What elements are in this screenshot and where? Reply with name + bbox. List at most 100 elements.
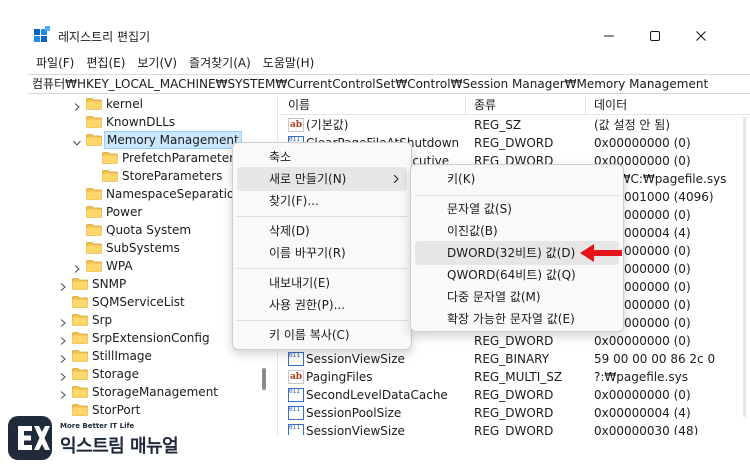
chevron-down-icon[interactable] bbox=[72, 135, 82, 146]
tree-item-label: WPA bbox=[106, 259, 133, 273]
value-type: REG_BINARY bbox=[474, 352, 550, 366]
submenu-key[interactable]: 키(K) bbox=[415, 167, 619, 191]
ctx-export[interactable]: 내보내기(E) bbox=[237, 271, 407, 295]
folder-icon bbox=[72, 386, 88, 398]
folder-icon bbox=[72, 278, 88, 290]
folder-icon bbox=[86, 116, 102, 128]
value-type: REG_DWORD bbox=[474, 136, 554, 150]
ctx-rename[interactable]: 이름 바꾸기(R) bbox=[237, 241, 407, 265]
tree-item-label: KnownDLLs bbox=[106, 115, 176, 129]
tree-item-label: Power bbox=[106, 205, 143, 219]
watermark-tagline: More Better IT Life bbox=[60, 422, 135, 430]
tree-item[interactable]: Storage bbox=[28, 365, 277, 383]
ctx-separator bbox=[237, 320, 407, 321]
address-bar[interactable]: 컴퓨터₩HKEY_LOCAL_MACHINE₩SYSTEM₩CurrentCon… bbox=[28, 74, 750, 94]
value-row[interactable]: 011 110SecondLevelDataCache REG_DWORD 0x00… bbox=[280, 386, 750, 404]
maximize-button[interactable] bbox=[632, 22, 678, 50]
folder-icon bbox=[72, 296, 88, 308]
submenu-multi-string-value[interactable]: 다중 문자열 값(M) bbox=[415, 285, 619, 309]
registry-editor-window: 레지스트리 편집기 파일(F) 편집(E) 보기(V) 즐겨찾기(A) 도움말(… bbox=[0, 0, 750, 470]
value-type: REG_DWORD bbox=[474, 388, 554, 402]
tree-item-label: Storage bbox=[92, 367, 139, 381]
folder-icon bbox=[102, 152, 118, 164]
registry-editor-icon bbox=[34, 26, 50, 45]
chevron-right-icon[interactable] bbox=[58, 333, 68, 345]
value-row[interactable]: 011 110SessionViewSize REG_DWORD 0x0000003… bbox=[280, 422, 750, 435]
ctx-find[interactable]: 찾기(F)... bbox=[237, 189, 407, 213]
window-title: 레지스트리 편집기 bbox=[58, 30, 151, 44]
ctx-new[interactable]: 새로 만들기(N) bbox=[237, 167, 407, 191]
dword-value-icon: 011 110 bbox=[288, 388, 304, 402]
tree-item-label: SQMServiceList bbox=[92, 295, 185, 309]
ctx-delete[interactable]: 삭제(D) bbox=[237, 219, 407, 243]
menu-file[interactable]: 파일(F) bbox=[30, 52, 80, 74]
chevron-right-icon[interactable] bbox=[72, 99, 82, 111]
ctx-separator bbox=[237, 216, 407, 217]
minimize-button[interactable] bbox=[586, 22, 632, 50]
chevron-right-icon[interactable] bbox=[72, 261, 82, 273]
submenu-separator bbox=[415, 195, 619, 196]
folder-icon bbox=[86, 206, 102, 218]
tree-scrollbar-thumb[interactable] bbox=[262, 368, 266, 390]
ctx-permissions[interactable]: 사용 권한(P)... bbox=[237, 293, 407, 317]
watermark-logo-icon bbox=[8, 416, 52, 460]
chevron-right-icon[interactable] bbox=[58, 369, 68, 381]
menu-view[interactable]: 보기(V) bbox=[131, 52, 183, 74]
tree-item-label: SNMP bbox=[92, 277, 127, 291]
tree-item[interactable]: StorageManagement bbox=[28, 383, 277, 401]
chevron-right-icon[interactable] bbox=[58, 315, 68, 327]
tree-item-label: kernel bbox=[106, 97, 143, 111]
column-header-name[interactable]: 이름 bbox=[280, 95, 466, 115]
column-header-type[interactable]: 종류 bbox=[466, 95, 586, 115]
tree-item[interactable]: KnownDLLs bbox=[28, 113, 277, 131]
value-type: REG_DWORD bbox=[474, 406, 554, 420]
value-name: SessionViewSize bbox=[306, 424, 405, 435]
value-row[interactable]: 011 110SessionViewSize REG_BINARY 59 00 00… bbox=[280, 350, 750, 368]
value-name: SessionViewSize bbox=[306, 352, 405, 366]
value-name: SessionPoolSize bbox=[306, 406, 402, 420]
folder-icon bbox=[86, 188, 102, 200]
minimize-icon bbox=[604, 35, 614, 37]
menu-favorites[interactable]: 즐겨찾기(A) bbox=[183, 52, 257, 74]
close-icon bbox=[696, 31, 706, 41]
value-row[interactable]: ab PagingFiles REG_MULTI_SZ ?:₩pagefile.sys bbox=[280, 368, 750, 386]
tree-item-label: Srp bbox=[92, 313, 113, 327]
menu-help[interactable]: 도움말(H) bbox=[257, 52, 321, 74]
value-type: REG_SZ bbox=[474, 118, 522, 132]
value-row[interactable]: 011 110SessionPoolSize REG_DWORD 0x0000000… bbox=[280, 404, 750, 422]
chevron-right-icon[interactable] bbox=[58, 279, 68, 291]
folder-icon bbox=[86, 224, 102, 236]
value-data: ?:₩pagefile.sys bbox=[594, 370, 688, 384]
chevron-right-icon[interactable] bbox=[58, 351, 68, 363]
column-header-data[interactable]: 데이터 bbox=[586, 95, 750, 115]
menu-edit[interactable]: 편집(E) bbox=[80, 52, 131, 74]
tree-item-label: Quota System bbox=[106, 223, 192, 237]
ctx-collapse[interactable]: 축소 bbox=[237, 145, 407, 169]
submenu-qword-value[interactable]: QWORD(64비트) 값(Q) bbox=[415, 263, 619, 287]
ctx-new-label: 새로 만들기(N) bbox=[269, 172, 347, 186]
dword-value-icon: 011 110 bbox=[288, 424, 304, 435]
red-arrow-annotation-icon bbox=[580, 244, 622, 262]
address-path: 컴퓨터₩HKEY_LOCAL_MACHINE₩SYSTEM₩CurrentCon… bbox=[32, 77, 709, 91]
submenu-arrow-icon bbox=[393, 175, 399, 183]
chevron-right-icon[interactable] bbox=[58, 387, 68, 399]
tree-item[interactable]: kernel bbox=[28, 95, 277, 113]
value-row[interactable]: ab (기본값) REG_SZ (값 설정 안 됨) bbox=[280, 116, 750, 134]
ctx-copy-key-name[interactable]: 키 이름 복사(C) bbox=[237, 323, 407, 347]
submenu-expandable-string-value[interactable]: 확장 가능한 문자열 값(E) bbox=[415, 307, 619, 331]
value-data: 0x00000000 (0) bbox=[594, 388, 691, 402]
value-type: REG_MULTI_SZ bbox=[474, 370, 563, 384]
submenu-string-value[interactable]: 문자열 값(S) bbox=[415, 197, 619, 221]
value-type: REG_DWORD bbox=[474, 424, 554, 435]
value-data: 59 00 00 00 86 2c 0 bbox=[594, 352, 716, 366]
tree-item-label: NamespaceSeparation bbox=[106, 187, 242, 201]
list-scrollbar-track[interactable] bbox=[743, 117, 746, 417]
value-data: (값 설정 안 됨) bbox=[594, 118, 671, 132]
tree-item-label: StorageManagement bbox=[92, 385, 218, 399]
value-data: 0x00000004 (4) bbox=[594, 406, 691, 420]
ctx-separator bbox=[237, 268, 407, 269]
value-data: 0x00000030 (48) bbox=[594, 424, 699, 435]
close-button[interactable] bbox=[678, 22, 724, 50]
title-bar: 레지스트리 편집기 bbox=[0, 0, 750, 50]
submenu-binary-value[interactable]: 이진값(B) bbox=[415, 219, 619, 243]
